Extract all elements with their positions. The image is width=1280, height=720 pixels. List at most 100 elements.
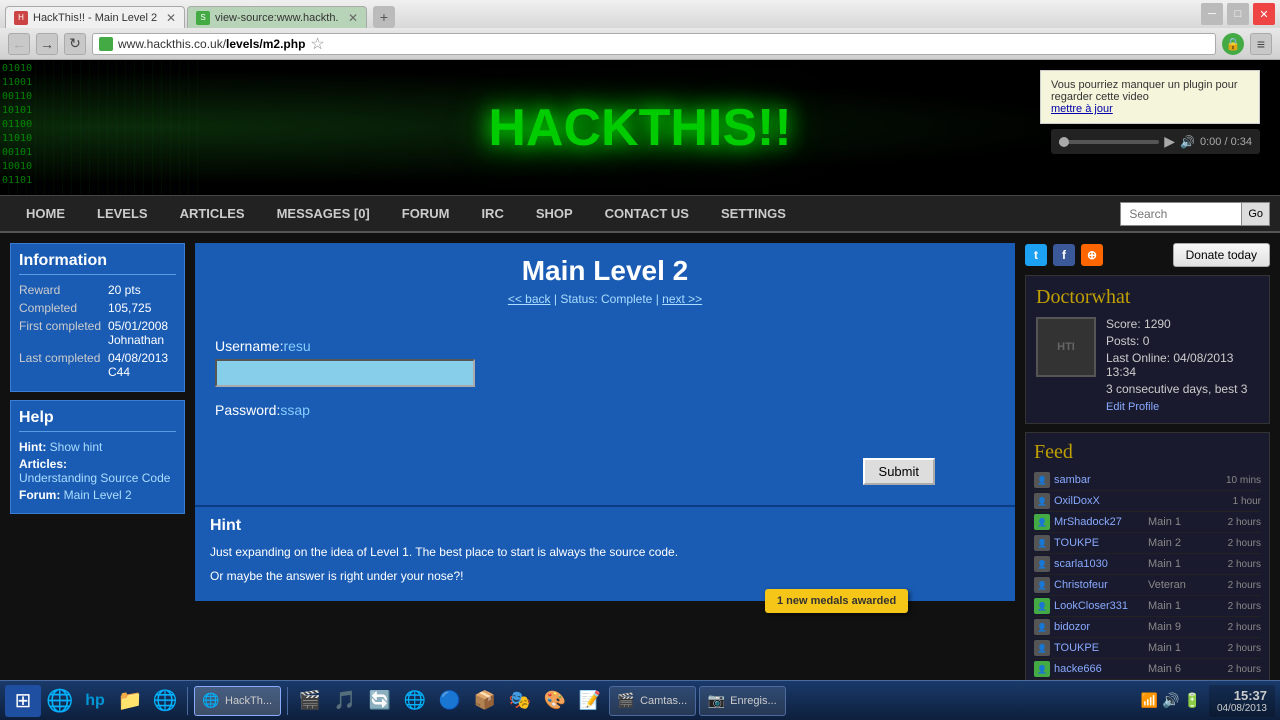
new-tab-button[interactable]: + — [373, 6, 395, 28]
nav-contact[interactable]: CONTACT US — [589, 198, 705, 229]
close-button[interactable]: ✕ — [1253, 3, 1275, 25]
username-input[interactable] — [215, 359, 475, 387]
feed-user-7[interactable]: LookCloser331 — [1054, 600, 1144, 612]
menu-button[interactable]: ≡ — [1250, 33, 1272, 55]
feed-avatar-5: 👤 — [1034, 556, 1050, 572]
taskbar-icon-8[interactable]: 🎨 — [539, 685, 571, 717]
taskbar-icon-9[interactable]: 📝 — [574, 685, 606, 717]
feed-item-sambar: 👤 sambar 10 mins — [1034, 470, 1261, 491]
search-input[interactable] — [1121, 203, 1241, 225]
feed-item-toukpe2: 👤 TOUKPE Main 1 2 hours — [1034, 638, 1261, 659]
minimize-button[interactable]: ─ — [1201, 3, 1223, 25]
donate-button[interactable]: Donate today — [1173, 243, 1270, 267]
camtas-icon: 🎬 — [618, 693, 634, 709]
windows-start[interactable]: ⊞ — [5, 685, 41, 717]
tray-volume[interactable]: 🔊 — [1162, 692, 1179, 709]
tab-viewsource[interactable]: S view-source:www.hackth... ✕ — [187, 6, 367, 28]
feed-user-4[interactable]: TOUKPE — [1054, 537, 1144, 549]
feed-user[interactable]: sambar — [1054, 474, 1144, 486]
feed-user-3[interactable]: MrShadock27 — [1054, 516, 1144, 528]
nav-articles[interactable]: ARTICLES — [164, 198, 261, 229]
submit-button[interactable]: Submit — [863, 458, 935, 485]
taskbar-hp[interactable]: hp — [79, 685, 111, 717]
taskbar-icon-2[interactable]: 🎵 — [329, 685, 361, 717]
nav-shop[interactable]: SHOP — [520, 198, 589, 229]
search-box[interactable]: Go — [1120, 202, 1270, 226]
notification-link[interactable]: mettre à jour — [1051, 103, 1113, 115]
taskbar-ie[interactable]: 🌐 — [149, 685, 181, 717]
nav-forum[interactable]: FORUM — [386, 198, 466, 229]
search-button[interactable]: Go — [1241, 203, 1269, 225]
maximize-button[interactable]: □ — [1227, 3, 1249, 25]
progress-thumb[interactable] — [1059, 137, 1069, 147]
tab-close-hackthis[interactable]: ✕ — [166, 11, 176, 25]
forum-label: Forum: — [19, 488, 64, 502]
forum-link[interactable]: Main Level 2 — [64, 488, 132, 502]
rss-icon[interactable]: ⊕ — [1081, 244, 1103, 266]
feed-user-5[interactable]: scarla1030 — [1054, 558, 1144, 570]
feed-time-10: 2 hours — [1228, 664, 1261, 675]
level-nav: << back | Status: Complete | next >> — [207, 292, 1003, 306]
video-progress[interactable] — [1059, 140, 1159, 144]
edit-profile-link[interactable]: Edit Profile — [1106, 401, 1259, 413]
taskbar-explorer[interactable]: 🌐 — [44, 685, 76, 717]
info-row-reward: Reward 20 pts — [19, 283, 176, 297]
taskbar-icon-5[interactable]: 🔵 — [434, 685, 466, 717]
back-button[interactable]: ← — [8, 33, 30, 55]
play-button[interactable]: ▶ — [1164, 133, 1175, 150]
feed-level-8: Main 9 — [1148, 621, 1224, 633]
nav-settings[interactable]: SETTINGS — [705, 198, 802, 229]
tray-battery[interactable]: 🔋 — [1184, 692, 1201, 709]
taskbar-icon-6[interactable]: 📦 — [469, 685, 501, 717]
feed-user-9[interactable]: TOUKPE — [1054, 642, 1144, 654]
nav-messages[interactable]: MESSAGES [0] — [261, 198, 386, 229]
submit-area: Submit — [215, 448, 995, 485]
forward-button[interactable]: → — [36, 33, 58, 55]
security-icon[interactable]: 🔒 — [1222, 33, 1244, 55]
taskbar-camtas[interactable]: 🎬 Camtas... — [609, 686, 696, 716]
taskbar-icon-7[interactable]: 🎭 — [504, 685, 536, 717]
bookmark-star[interactable]: ☆ — [310, 34, 324, 54]
reload-button[interactable]: ↻ — [64, 33, 86, 55]
feed-user-10[interactable]: hacke666 — [1054, 663, 1144, 675]
medal-notification[interactable]: 1 new medals awarded — [765, 589, 908, 613]
feed-user-8[interactable]: bidozor — [1054, 621, 1144, 633]
nav-irc[interactable]: IRC — [465, 198, 519, 229]
facebook-icon[interactable]: f — [1053, 244, 1075, 266]
next-link[interactable]: next >> — [662, 292, 702, 306]
taskbar-clock[interactable]: 15:37 04/08/2013 — [1209, 685, 1275, 717]
back-link[interactable]: << back — [508, 292, 551, 306]
feed-item-christofeur: 👤 Christofeur Veteran 2 hours — [1034, 575, 1261, 596]
password-field: Password:ssap — [215, 402, 995, 418]
articles-link[interactable]: Understanding Source Code — [19, 471, 170, 485]
volume-button[interactable]: 🔊 — [1180, 135, 1195, 149]
taskbar-folder[interactable]: 📁 — [114, 685, 146, 717]
feed-time-8: 2 hours — [1228, 622, 1261, 633]
address-bar[interactable]: www.hackthis.co.uk/levels/m2.php ☆ — [92, 33, 1216, 55]
feed-time-4: 2 hours — [1228, 538, 1261, 549]
feed-user-2[interactable]: OxilDoxX — [1054, 495, 1144, 507]
taskbar-enregis[interactable]: 📷 Enregis... — [699, 686, 785, 716]
nav-levels[interactable]: LEVELS — [81, 198, 164, 229]
feed-time-9: 2 hours — [1228, 643, 1261, 654]
taskbar-icon-4[interactable]: 🌐 — [399, 685, 431, 717]
hint-link[interactable]: Show hint — [50, 440, 103, 454]
nav-home[interactable]: HOME — [10, 198, 81, 229]
feed-time-7: 2 hours — [1228, 601, 1261, 612]
feed-user-6[interactable]: Christofeur — [1054, 579, 1144, 591]
notification-text: Vous pourriez manquer un plugin pour reg… — [1051, 79, 1238, 103]
tab-close-viewsource[interactable]: ✕ — [348, 11, 358, 25]
tray-network[interactable]: 📶 — [1141, 692, 1158, 709]
nav-wrapper: HOME LEVELS ARTICLES MESSAGES [0] FORUM … — [0, 198, 1280, 229]
info-value-first: 05/01/2008Johnathan — [108, 319, 168, 347]
taskbar-icon-1[interactable]: 🎬 — [294, 685, 326, 717]
tab-hackthis[interactable]: H HackThis!! - Main Level 2 ✕ — [5, 6, 185, 28]
site-logo[interactable]: HACKTHIS!! — [488, 98, 791, 158]
twitter-icon[interactable]: t — [1025, 244, 1047, 266]
clock-time: 15:37 — [1217, 688, 1267, 703]
taskbar-icon-3[interactable]: 🔄 — [364, 685, 396, 717]
left-sidebar: Information Reward 20 pts Completed 105,… — [10, 243, 185, 720]
start-area: ⊞ 🌐 hp 📁 🌐 — [5, 685, 181, 717]
video-player: ▶ 🔊 0:00 / 0:34 — [1051, 129, 1260, 154]
taskbar-hackthis[interactable]: 🌐 HackTh... — [194, 686, 281, 716]
